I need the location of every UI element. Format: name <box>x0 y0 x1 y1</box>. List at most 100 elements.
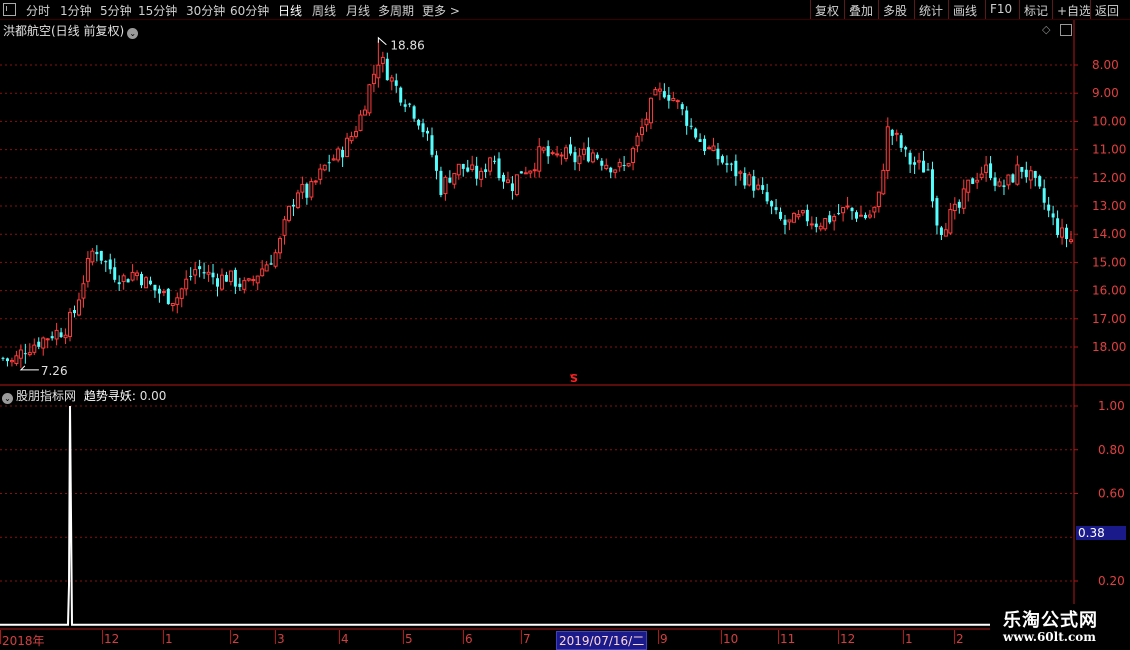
dropdown-chevron-icon[interactable]: ⌄ <box>127 28 139 39</box>
candle-body-down <box>609 167 613 173</box>
candle-body-down <box>305 183 309 198</box>
indicator-chart[interactable]: 1.00 0.80 0.60 0.20 <box>0 386 1130 630</box>
candle-body-up <box>488 157 493 172</box>
cursor-date-label: 2019/07/16/二 <box>556 631 648 650</box>
candle-body-up <box>9 359 14 363</box>
candle-body-down <box>805 209 809 222</box>
candle-body-up <box>90 250 95 263</box>
candle-body-down <box>939 227 943 235</box>
action-button-3[interactable]: 统计 <box>919 2 943 19</box>
candle-body-down <box>765 192 769 202</box>
candle-body-down <box>1065 227 1069 239</box>
candle-body-up <box>550 152 555 155</box>
candle-body-up <box>300 183 305 193</box>
action-button-4[interactable]: 画线 <box>953 2 977 19</box>
indicator-menu-icon[interactable]: ⌄ <box>2 393 13 404</box>
candle-body-down <box>166 288 170 305</box>
candle-body-up <box>791 212 796 223</box>
candle-body-down <box>926 169 930 171</box>
action-button-7[interactable]: +自选 <box>1057 2 1091 19</box>
date-tick-label: 2 <box>232 632 240 646</box>
candle-body-down <box>434 155 438 171</box>
candle-body-up <box>206 271 211 275</box>
candle-body-down <box>752 176 756 191</box>
action-button-1[interactable]: 叠加 <box>849 2 873 19</box>
date-tick-mark <box>903 630 904 644</box>
window-toggle-icon[interactable] <box>3 3 16 16</box>
candle-body-down <box>95 251 99 255</box>
action-button-8[interactable]: 返回 <box>1095 2 1119 19</box>
period-tab-0[interactable]: 分时 <box>26 2 50 19</box>
candle-body-up <box>362 109 367 116</box>
candle-body-down <box>50 336 54 339</box>
candle-body-up <box>756 184 761 190</box>
candle-body-down <box>59 332 63 338</box>
candle-body-up <box>228 270 233 283</box>
diamond-icon[interactable]: ◇ <box>1042 23 1050 36</box>
candle-body-up <box>135 272 140 277</box>
candle-body-down <box>703 138 707 152</box>
date-tick-label: 6 <box>465 632 473 646</box>
indicator-tick-label: 0.20 <box>1098 574 1125 588</box>
action-button-6[interactable]: 标记 <box>1024 2 1048 19</box>
candle-body-up <box>653 89 658 96</box>
candle-body-down <box>448 177 452 183</box>
candle-body-up <box>961 188 966 209</box>
candle-body-down <box>783 219 787 225</box>
candle-body-down <box>971 178 975 184</box>
action-button-2[interactable]: 多股 <box>883 2 907 19</box>
candle-body-down <box>1024 169 1028 178</box>
price-tick-label: 18.00 <box>1092 340 1126 354</box>
date-tick-mark <box>658 630 659 644</box>
candle-body-down <box>1051 213 1055 218</box>
candle-body-down <box>922 160 926 173</box>
candle-body-down <box>1020 167 1024 172</box>
candle-body-up <box>613 169 618 173</box>
candle-body-down <box>680 104 684 110</box>
candlestick-chart[interactable]: 18.00 17.00 16.00 15.00 14.00 13.00 12.00 11.00… <box>0 20 1130 386</box>
candle-body-down <box>573 152 577 163</box>
candle-body-up <box>675 100 680 103</box>
period-tab-9[interactable]: 多周期 <box>378 2 414 19</box>
watermark-url: www.60lt.com <box>1003 630 1096 644</box>
candle-body-up <box>193 269 198 276</box>
candle-body-up <box>345 137 350 158</box>
period-tab-10[interactable]: 更多 > <box>422 2 460 19</box>
candle-body-up <box>1060 227 1065 238</box>
period-tab-6[interactable]: 日线 <box>278 2 302 19</box>
candle-body-up <box>322 164 327 171</box>
period-tab-3[interactable]: 15分钟 <box>138 2 177 19</box>
date-tick-mark <box>778 630 779 644</box>
date-tick-mark <box>102 630 103 644</box>
layout-toggle-icon[interactable] <box>1060 24 1072 36</box>
action-button-0[interactable]: 复权 <box>815 2 839 19</box>
candle-body-down <box>993 177 997 186</box>
period-tab-4[interactable]: 30分钟 <box>186 2 225 19</box>
candle-body-down <box>770 201 774 207</box>
candle-body-down <box>569 144 573 154</box>
candle-body-down <box>662 91 666 98</box>
candle-body-up <box>514 174 519 196</box>
period-tab-2[interactable]: 5分钟 <box>100 2 132 19</box>
candle-body-up <box>81 283 86 299</box>
period-tab-7[interactable]: 周线 <box>312 2 336 19</box>
period-tab-8[interactable]: 月线 <box>346 2 370 19</box>
candle-body-up <box>251 279 256 282</box>
candle-body-up <box>747 174 752 186</box>
candle-body-down <box>484 169 488 173</box>
candle-body-down <box>1011 174 1015 183</box>
candle-body-down <box>694 128 698 138</box>
candle-body-up <box>367 84 372 114</box>
candle-body-up <box>532 169 537 172</box>
candle-body-down <box>519 171 523 174</box>
signal-marker: S <box>570 372 578 385</box>
candle-body-up <box>555 153 560 156</box>
candle-body-up <box>76 299 81 316</box>
candle-body-down <box>269 263 273 265</box>
candle-body-down <box>904 147 908 150</box>
action-button-5[interactable]: F10 <box>990 2 1012 16</box>
period-tab-1[interactable]: 1分钟 <box>60 2 92 19</box>
date-tick-mark <box>521 630 522 644</box>
candle-body-down <box>399 87 403 103</box>
period-tab-5[interactable]: 60分钟 <box>230 2 269 19</box>
